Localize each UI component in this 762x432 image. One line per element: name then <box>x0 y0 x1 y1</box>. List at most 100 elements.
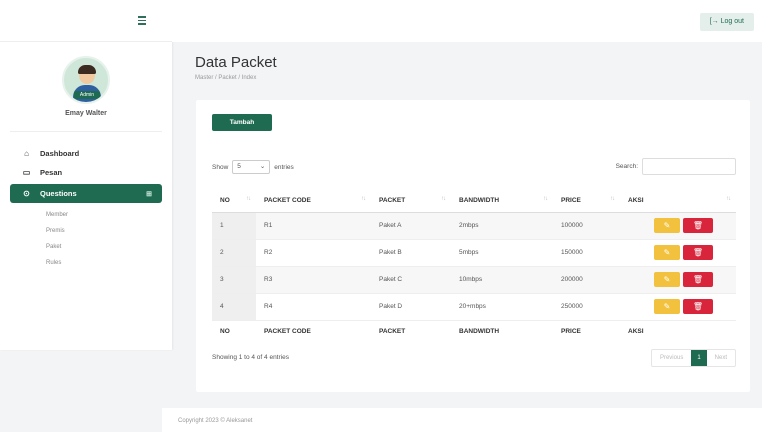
sort-icon: ↑↓ <box>441 196 446 202</box>
cell-price: 100000 <box>553 212 620 240</box>
entries-value: 5 <box>237 163 241 170</box>
cell-no: 3 <box>212 266 256 294</box>
logout-label: Log out <box>720 18 744 25</box>
page-1-button[interactable]: 1 <box>691 350 707 366</box>
delete-button[interactable]: 🗑 <box>683 218 713 233</box>
cell-actions: ✎ 🗑 <box>620 293 736 321</box>
sidebar: Admin Emay Walter ⌂ Dashboard ▭ Pesan ⊙ … <box>0 0 172 350</box>
footer-aksi: AKSI <box>620 319 736 343</box>
table-row: 3 R3 Paket C 10mbps 200000 ✎ 🗑 <box>212 266 736 294</box>
search-input[interactable] <box>642 158 736 175</box>
message-icon: ▭ <box>22 168 31 177</box>
logout-icon: [→ <box>709 18 719 25</box>
top-bar: [→ Log out <box>172 0 762 42</box>
delete-button[interactable]: 🗑 <box>683 272 713 287</box>
column-header-packet[interactable]: PACKET ↑↓ <box>371 189 451 213</box>
footer-no: NO <box>212 319 256 343</box>
packet-table: NO ↑↓ PACKET CODE ↑↓ PACKET ↑↓ BANDWIDTH ↑↓ … <box>212 189 736 343</box>
trash-icon: 🗑 <box>692 221 704 230</box>
footer-bandwidth: BANDWIDTH <box>451 319 553 343</box>
cell-no: 2 <box>212 239 256 267</box>
add-button[interactable]: Tambah <box>212 114 272 131</box>
delete-button[interactable]: 🗑 <box>683 299 713 314</box>
submenu-item-paket[interactable]: Paket <box>46 239 172 255</box>
column-header-aksi[interactable]: AKSI ↑↓ <box>620 189 736 213</box>
column-header-packet-code[interactable]: PACKET CODE ↑↓ <box>256 189 371 213</box>
avatar[interactable]: Admin <box>62 56 110 104</box>
table-info: Showing 1 to 4 of 4 entries <box>212 354 289 361</box>
cell-packet: Paket C <box>371 266 451 294</box>
sidebar-item-pesan[interactable]: ▭ Pesan <box>0 163 172 182</box>
delete-button[interactable]: 🗑 <box>683 245 713 260</box>
breadcrumb: Master / Packet / Index <box>195 75 257 81</box>
cell-bandwidth: 10mbps <box>451 266 553 294</box>
cell-price: 150000 <box>553 239 620 267</box>
cell-packet: Paket B <box>371 239 451 267</box>
cell-no: 1 <box>212 212 256 240</box>
sidebar-item-dashboard[interactable]: ⌂ Dashboard <box>0 144 172 163</box>
cell-packet-code: R3 <box>256 266 371 294</box>
sidebar-header <box>0 0 172 42</box>
sidebar-item-label: Dashboard <box>40 149 80 158</box>
cell-no: 4 <box>212 293 256 321</box>
cell-bandwidth: 20+mbps <box>451 293 553 321</box>
edit-button[interactable]: ✎ <box>654 299 680 314</box>
edit-icon: ✎ <box>663 221 671 230</box>
trash-icon: 🗑 <box>692 275 704 284</box>
cell-packet-code: R1 <box>256 212 371 240</box>
column-header-no[interactable]: NO ↑↓ <box>212 189 256 213</box>
cell-bandwidth: 2mbps <box>451 212 553 240</box>
sidebar-item-questions[interactable]: ⊙ Questions ⊞ <box>10 184 162 203</box>
user-name: Emay Walter <box>65 110 107 117</box>
sort-icon: ↑↓ <box>246 196 251 202</box>
user-profile: Admin Emay Walter <box>10 42 162 132</box>
sort-icon: ↑↓ <box>361 196 366 202</box>
cell-actions: ✎ 🗑 <box>620 239 736 267</box>
grid-icon: ⊞ <box>146 190 152 198</box>
sidebar-item-label: Pesan <box>40 168 63 177</box>
submenu-item-member[interactable]: Member <box>46 207 172 223</box>
show-label: Show <box>212 163 229 171</box>
cell-packet-code: R2 <box>256 239 371 267</box>
cell-bandwidth: 5mbps <box>451 239 553 267</box>
sort-icon: ↑↓ <box>726 196 731 202</box>
entries-select[interactable]: 5 ⌄ <box>232 160 271 174</box>
edit-icon: ✎ <box>663 275 671 284</box>
chevron-down-icon: ⌄ <box>259 163 266 170</box>
edit-button[interactable]: ✎ <box>654 272 680 287</box>
next-page-button[interactable]: Next <box>707 350 735 366</box>
table-footer-row: NO PACKET CODE PACKET BANDWIDTH PRICE AK… <box>212 319 736 343</box>
cell-price: 200000 <box>553 266 620 294</box>
cell-actions: ✎ 🗑 <box>620 266 736 294</box>
cell-packet: Paket D <box>371 293 451 321</box>
data-card: Tambah Show 5 ⌄ entries Search: NO ↑↓ PAC… <box>196 100 750 392</box>
sidebar-item-label: Questions <box>40 189 77 198</box>
cell-actions: ✎ 🗑 <box>620 212 736 240</box>
trash-icon: 🗑 <box>692 248 704 257</box>
footer-packet: PACKET <box>371 319 451 343</box>
home-icon: ⌂ <box>24 149 29 158</box>
submenu-item-premis[interactable]: Premis <box>46 223 172 239</box>
search-control: Search: <box>616 158 736 175</box>
question-icon: ⊙ <box>23 189 30 198</box>
footer-packet-code: PACKET CODE <box>256 319 371 343</box>
previous-page-button[interactable]: Previous <box>652 350 691 366</box>
column-header-bandwidth[interactable]: BANDWIDTH ↑↓ <box>451 189 553 213</box>
entries-label: entries <box>274 163 294 171</box>
cell-price: 250000 <box>553 293 620 321</box>
edit-icon: ✎ <box>663 248 671 257</box>
cell-packet-code: R4 <box>256 293 371 321</box>
questions-submenu: Member Premis Paket Rules <box>0 207 172 271</box>
table-row: 1 R1 Paket A 2mbps 100000 ✎ 🗑 <box>212 212 736 240</box>
table-header-row: NO ↑↓ PACKET CODE ↑↓ PACKET ↑↓ BANDWIDTH ↑↓ … <box>212 189 736 213</box>
cell-packet: Paket A <box>371 212 451 240</box>
edit-button[interactable]: ✎ <box>654 245 680 260</box>
submenu-item-rules[interactable]: Rules <box>46 255 172 271</box>
edit-button[interactable]: ✎ <box>654 218 680 233</box>
logout-button[interactable]: [→ Log out <box>699 13 754 31</box>
column-header-price[interactable]: PRICE ↑↓ <box>553 189 620 213</box>
entries-length-control: Show 5 ⌄ entries <box>212 160 294 174</box>
menu-toggle-icon[interactable] <box>138 16 146 25</box>
table-row: 4 R4 Paket D 20+mbps 250000 ✎ 🗑 <box>212 293 736 321</box>
table-row: 2 R2 Paket B 5mbps 150000 ✎ 🗑 <box>212 239 736 267</box>
